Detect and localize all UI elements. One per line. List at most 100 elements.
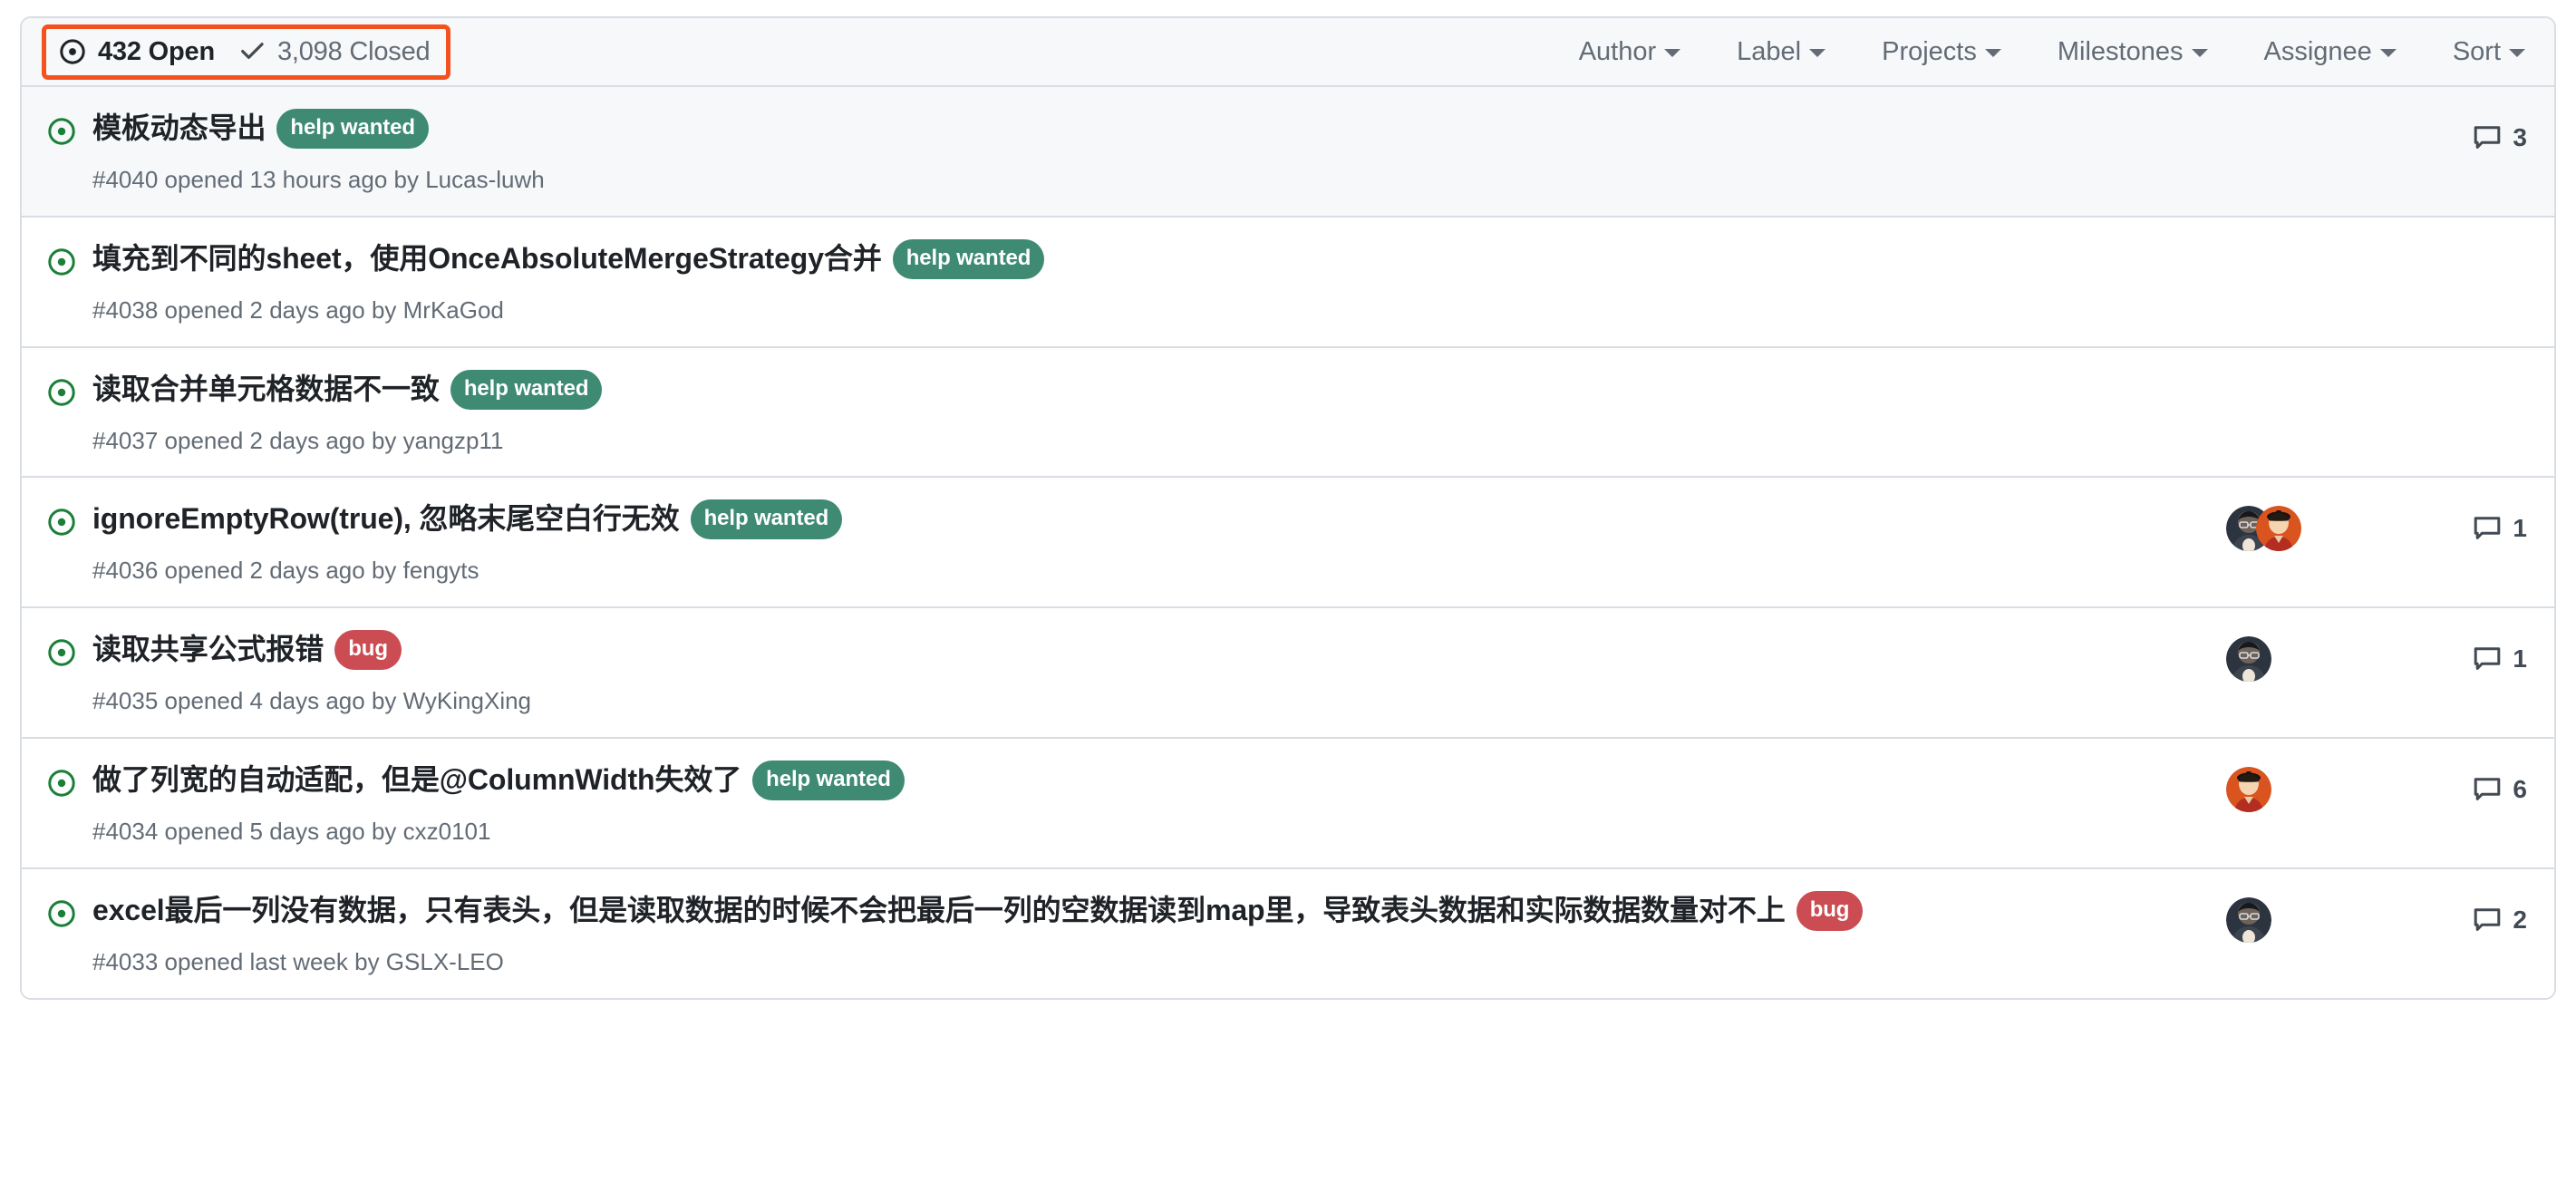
chevron-down-icon xyxy=(1664,48,1681,57)
issue-title-line: 模板动态导出 help wanted xyxy=(92,107,2184,152)
chevron-down-icon xyxy=(1984,48,2001,57)
closed-issues-filter[interactable]: 3,098 Closed xyxy=(238,37,431,67)
issues-rows: 模板动态导出 help wanted #4040 opened 13 hours a… xyxy=(22,87,2554,998)
issue-title-link[interactable]: 模板动态导出 xyxy=(92,111,266,144)
filter-sort[interactable]: Sort xyxy=(2453,37,2525,67)
filter-milestones[interactable]: Milestones xyxy=(2058,37,2208,67)
issue-row[interactable]: 读取共享公式报错 bug #4035 opened 4 days ago by Wy… xyxy=(22,606,2554,737)
comment-icon xyxy=(2473,514,2502,543)
issue-label-chip[interactable]: bug xyxy=(1796,890,1864,931)
assignee-avatar-stack xyxy=(2203,114,2411,161)
open-issues-filter[interactable]: 432 Open xyxy=(59,37,215,67)
issue-label-chip[interactable]: help wanted xyxy=(752,760,905,800)
comment-count-cell[interactable]: 3 xyxy=(2411,123,2531,152)
issue-title-link[interactable]: 读取共享公式报错 xyxy=(92,633,324,665)
issue-opened-icon xyxy=(47,378,76,412)
issue-title-line: excel最后一列没有数据，只有表头，但是读取数据的时候不会把最后一列的空数据读… xyxy=(92,889,2184,935)
issue-row[interactable]: ignoreEmptyRow(true), 忽略末尾空白行无效 help want… xyxy=(22,476,2554,607)
issue-opened-icon xyxy=(47,899,76,933)
filter-assignee-label: Assignee xyxy=(2263,36,2372,66)
header-filter-bar: Author Label Projects Milestones Assigne xyxy=(1579,37,2531,67)
closed-issues-count-label: 3,098 Closed xyxy=(276,36,431,66)
avatar[interactable] xyxy=(2226,766,2271,812)
issue-state-icon-cell xyxy=(42,237,82,281)
issue-title-link[interactable]: 读取合并单元格数据不一致 xyxy=(92,373,440,405)
comment-count-cell[interactable]: 1 xyxy=(2411,644,2531,673)
filter-label[interactable]: Label xyxy=(1737,37,1826,67)
comment-count: 1 xyxy=(2513,644,2527,673)
issue-title-line: 读取共享公式报错 bug xyxy=(92,628,2184,673)
issue-row[interactable]: 做了列宽的自动适配，但是@ColumnWidth失效了 help wanted #4… xyxy=(22,736,2554,867)
issue-row-main: 填充到不同的sheet，使用OnceAbsoluteMergeStrategy合… xyxy=(82,237,2203,326)
filter-projects-label: Projects xyxy=(1882,36,1977,66)
issue-row-main: excel最后一列没有数据，只有表头，但是读取数据的时候不会把最后一列的空数据读… xyxy=(82,889,2203,978)
issue-row-side xyxy=(2203,368,2531,422)
issue-opened-icon xyxy=(59,38,86,65)
issues-container: 432 Open 3,098 Closed Author Label Proje… xyxy=(20,16,2556,1000)
comment-icon xyxy=(2473,644,2502,673)
issue-row[interactable]: 填充到不同的sheet，使用OnceAbsoluteMergeStrategy合… xyxy=(22,215,2554,346)
issues-list-page: 432 Open 3,098 Closed Author Label Proje… xyxy=(0,0,2576,1182)
filter-assignee[interactable]: Assignee xyxy=(2264,37,2397,67)
comment-count-cell[interactable]: 6 xyxy=(2411,775,2531,804)
issue-label-chip[interactable]: help wanted xyxy=(690,499,843,540)
issue-opened-icon xyxy=(47,117,76,150)
issue-label-chip[interactable]: help wanted xyxy=(450,369,603,410)
issue-label-chip[interactable]: help wanted xyxy=(276,109,429,149)
avatar[interactable] xyxy=(2226,636,2271,683)
issue-row-side xyxy=(2203,237,2531,292)
issue-state-icon-cell xyxy=(42,628,82,672)
chevron-down-icon xyxy=(2191,48,2208,57)
filter-projects[interactable]: Projects xyxy=(1882,37,2001,67)
filter-author-label: Author xyxy=(1578,36,1657,66)
issue-row[interactable]: excel最后一列没有数据，只有表头，但是读取数据的时候不会把最后一列的空数据读… xyxy=(22,867,2554,998)
issue-row[interactable]: 模板动态导出 help wanted #4040 opened 13 hours a… xyxy=(22,87,2554,216)
comment-icon xyxy=(2473,123,2502,152)
issue-label-chip[interactable]: help wanted xyxy=(892,238,1045,279)
issue-row[interactable]: 读取合并单元格数据不一致 help wanted #4037 opened 2 da… xyxy=(22,345,2554,477)
issue-row-side: 1 xyxy=(2203,498,2531,552)
issue-row-main: ignoreEmptyRow(true), 忽略末尾空白行无效 help want… xyxy=(82,498,2203,586)
comment-icon xyxy=(2473,906,2502,935)
issue-meta: #4040 opened 13 hours ago by Lucas-luwh xyxy=(92,166,545,193)
check-icon xyxy=(238,38,266,65)
state-filter-group: 432 Open 3,098 Closed xyxy=(42,24,451,80)
issue-meta: #4035 opened 4 days ago by WyKingXing xyxy=(92,687,532,715)
issue-state-icon-cell xyxy=(42,759,82,802)
issue-title-link[interactable]: 填充到不同的sheet，使用OnceAbsoluteMergeStrategy合… xyxy=(92,242,882,275)
issue-row-main: 模板动态导出 help wanted #4040 opened 13 hours a… xyxy=(82,107,2203,196)
issue-title-link[interactable]: ignoreEmptyRow(true), 忽略末尾空白行无效 xyxy=(92,502,680,535)
comment-count: 2 xyxy=(2513,905,2527,934)
issue-opened-icon xyxy=(47,508,76,541)
issue-state-icon-cell xyxy=(42,889,82,933)
assignee-avatar-stack xyxy=(2203,505,2411,552)
issue-opened-icon xyxy=(47,769,76,802)
issue-title-link[interactable]: 做了列宽的自动适配，但是@ColumnWidth失效了 xyxy=(92,763,741,796)
issue-title-link[interactable]: excel最后一列没有数据，只有表头，但是读取数据的时候不会把最后一列的空数据读… xyxy=(92,894,1786,926)
comment-count-cell[interactable]: 2 xyxy=(2411,906,2531,935)
issues-list-header: 432 Open 3,098 Closed Author Label Proje… xyxy=(22,18,2554,87)
issue-state-icon-cell xyxy=(42,498,82,541)
open-issues-count-label: 432 Open xyxy=(98,36,215,66)
filter-milestones-label: Milestones xyxy=(2057,36,2184,66)
issue-meta: #4038 opened 2 days ago by MrKaGod xyxy=(92,296,504,324)
filter-author[interactable]: Author xyxy=(1578,36,1681,67)
issue-opened-icon xyxy=(47,247,76,281)
assignee-avatar-stack xyxy=(2203,245,2411,292)
issue-meta: #4037 opened 2 days ago by yangzp11 xyxy=(92,426,504,454)
avatar[interactable] xyxy=(2256,506,2301,552)
issue-opened-icon xyxy=(47,638,76,672)
issue-row-side: 6 xyxy=(2203,759,2531,813)
issue-title-line: ignoreEmptyRow(true), 忽略末尾空白行无效 help want… xyxy=(92,498,2184,543)
issue-row-side: 3 xyxy=(2203,107,2531,161)
issue-meta: #4034 opened 5 days ago by cxz0101 xyxy=(92,817,491,845)
comment-icon xyxy=(2473,775,2502,804)
avatar[interactable] xyxy=(2226,896,2271,943)
issue-row-side: 2 xyxy=(2203,889,2531,944)
assignee-avatar-stack xyxy=(2203,635,2411,683)
issue-label-chip[interactable]: bug xyxy=(334,630,402,671)
comment-count: 6 xyxy=(2513,774,2527,803)
comment-count-cell[interactable]: 1 xyxy=(2411,514,2531,543)
issue-row-side: 1 xyxy=(2203,628,2531,683)
issue-meta: #4033 opened last week by GSLX-LEO xyxy=(92,947,504,975)
